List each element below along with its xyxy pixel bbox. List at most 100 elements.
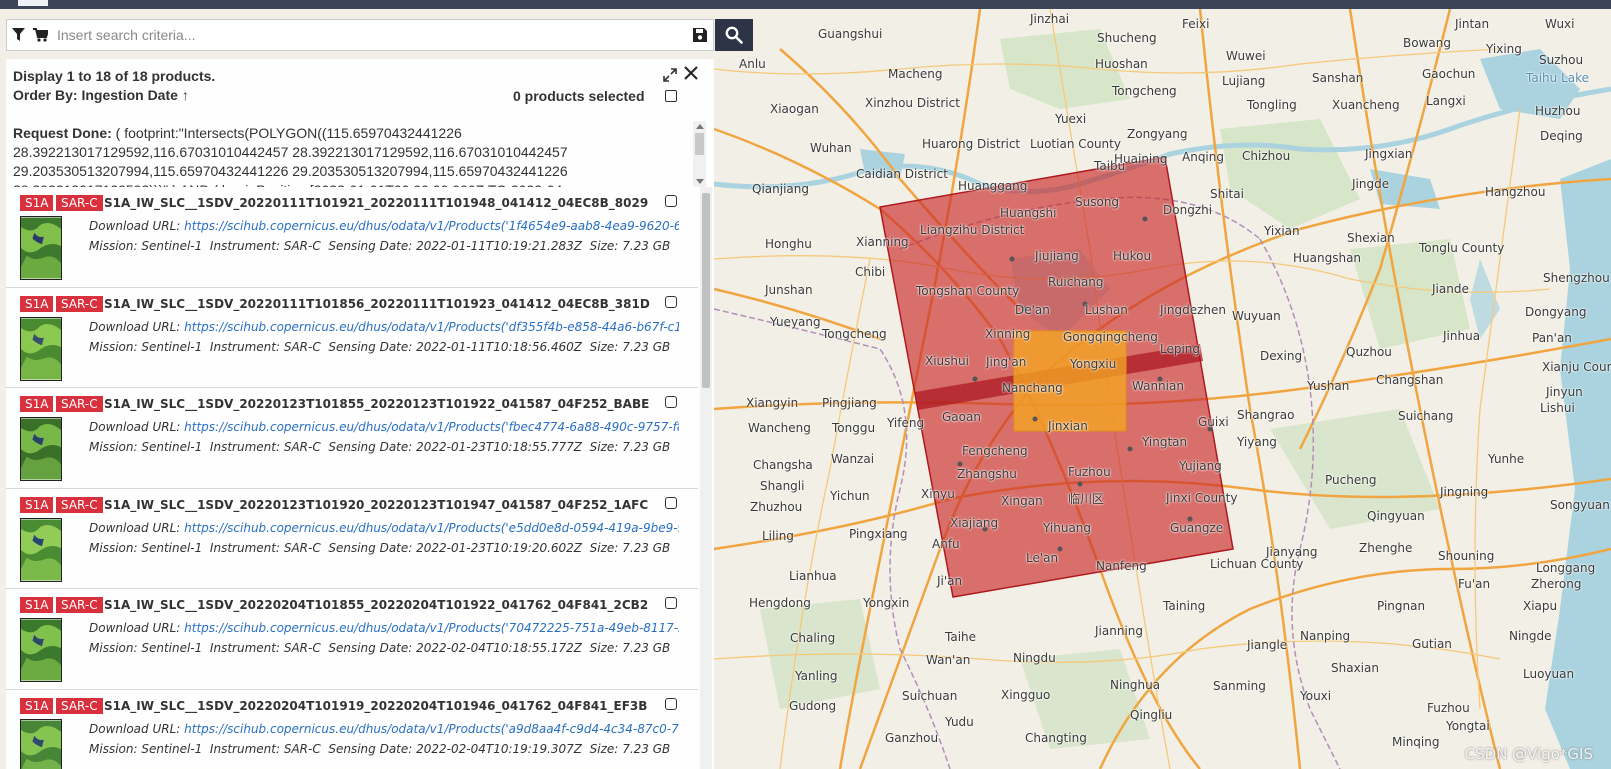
product-metadata: Mission: Sentinel-1 Instrument: SAR-C Se… [89,440,670,454]
map-label: Zherong [1531,577,1582,591]
instrument-value: SAR-C [283,239,321,253]
instrument-badge: SAR-C [56,597,103,613]
product-name[interactable]: S1A_IW_SLC__1SDV_20220204T101855_2022020… [104,598,648,612]
size-label: Size: [589,440,619,454]
product-list-scrollbar[interactable] [700,187,712,769]
map-label: Susong [1075,195,1120,209]
map-label: Xiangyin [746,396,799,410]
close-icon[interactable] [683,65,699,81]
map-label: Yanling [795,669,838,683]
request-scrollbar[interactable] [693,121,706,187]
sensing-date-label: Sensing Date: [328,239,413,253]
download-url-line: Download URL: https://scihub.copernicus.… [89,621,679,635]
map-label: Yixing [1486,42,1522,56]
product-item[interactable]: S1A SAR-C S1A_IW_SLC__1SDV_20220204T101855… [6,589,698,690]
instrument-label: Instrument: [209,540,280,555]
sort-arrow-icon[interactable]: ↑ [182,87,189,103]
map-label: Fuzhou [1427,701,1470,715]
map-label: Changsha [753,458,813,472]
map-label: Lushan [1085,303,1128,317]
save-search-icon[interactable] [687,20,713,50]
quicklook-thumbnail[interactable] [20,316,62,381]
product-checkbox[interactable] [665,597,677,609]
map-label: Lujiang [1222,74,1266,88]
product-checkbox[interactable] [665,195,677,207]
cart-icon[interactable] [29,20,51,50]
map-label: Ruichang [1048,275,1104,289]
map-label: Fengcheng [962,444,1028,458]
download-url-link[interactable]: https://scihub.copernicus.eu/dhus/odata/… [184,521,679,535]
map-label: Tongcheng [822,327,887,341]
product-name[interactable]: S1A_IW_SLC__1SDV_20220123T101855_2022012… [104,397,649,411]
download-url-link[interactable]: https://scihub.copernicus.eu/dhus/odata/… [184,722,679,736]
map-label: Yuexi [1055,112,1087,126]
search-button[interactable] [715,19,753,51]
map-label: Shangrao [1237,408,1295,422]
top-navigation-bar [0,0,1611,9]
product-checkbox[interactable] [665,697,677,710]
product-item[interactable]: S1A SAR-C S1A_IW_SLC__1SDV_20220111T101856… [6,288,698,388]
expand-icon[interactable] [662,67,678,83]
product-item[interactable]: S1A SAR-C S1A_IW_SLC__1SDV_20220204T101919… [6,690,698,769]
map-label: Hukou [1113,249,1152,263]
map-label: Leping [1160,342,1201,356]
mission-label: Mission: [89,440,138,454]
map-label: Anlu [739,57,766,71]
product-name[interactable]: S1A_IW_SLC__1SDV_20220204T101919_2022020… [104,699,647,713]
product-name[interactable]: S1A_IW_SLC__1SDV_20220123T101920_2022012… [104,498,648,512]
map-label: Gudong [789,699,837,713]
download-url-link[interactable]: https://scihub.copernicus.eu/dhus/odata/… [184,219,679,233]
map-label: Shexian [1347,231,1395,245]
download-url-link[interactable]: https://scihub.copernicus.eu/dhus/odata/… [184,621,679,635]
sensing-date-value: 2022-01-11T10:18:56.460Z [416,339,583,354]
product-checkbox[interactable] [665,396,677,408]
request-query: Request Done: ( footprint:"Intersects(PO… [6,121,704,187]
map-label: Shengzhou [1543,271,1610,285]
select-all-checkbox[interactable] [665,90,677,102]
map-label: Huzhou [1535,104,1581,118]
download-url-label: Download URL: [89,621,181,635]
map-label: Jintan [1455,17,1490,31]
mission-label: Mission: [89,239,138,253]
map-label: Junshan [765,283,813,297]
instrument-badge: SAR-C [56,496,103,513]
map-label: Gongqingcheng [1063,330,1158,344]
download-url-link[interactable]: https://scihub.copernicus.eu/dhus/odata/… [184,320,679,334]
size-value: 7.23 GB [622,641,671,655]
product-item[interactable]: S1A SAR-C S1A_IW_SLC__1SDV_20220111T101921… [6,187,698,288]
download-url-link[interactable]: https://scihub.copernicus.eu/dhus/odata/… [184,420,679,434]
product-item[interactable]: S1A SAR-C S1A_IW_SLC__1SDV_20220123T101920… [6,489,698,589]
size-value: 7.23 GB [622,440,671,454]
quicklook-thumbnail[interactable] [20,718,62,769]
download-url-label: Download URL: [89,420,181,434]
product-item[interactable]: S1A SAR-C S1A_IW_SLC__1SDV_20220123T101855… [6,388,698,489]
map-label: Ningdu [1013,651,1056,665]
quicklook-thumbnail[interactable] [20,417,62,481]
map-label: Wuyuan [1232,309,1281,323]
map-label: Hangzhou [1485,185,1546,199]
app-logo[interactable] [18,0,48,6]
map-label: Ninghua [1110,678,1161,692]
order-by[interactable]: Order By: Ingestion Date ↑ [13,87,189,103]
product-checkbox[interactable] [665,496,677,509]
map-label: Jianning [1095,624,1143,638]
quicklook-thumbnail[interactable] [20,517,62,582]
product-checkbox[interactable] [665,295,677,308]
product-name[interactable]: S1A_IW_SLC__1SDV_20220111T101921_2022011… [104,196,648,210]
map-label: Liling [762,529,794,543]
filter-icon[interactable] [7,20,29,50]
download-url-line: Download URL: https://scihub.copernicus.… [89,320,679,334]
map-label: Jingxian [1365,147,1413,161]
map-label: Sanshan [1312,71,1364,85]
map-label: Xianju County [1542,360,1611,374]
search-input[interactable] [51,21,687,49]
map-label: Shaxian [1331,661,1379,675]
map-label: Quzhou [1346,345,1392,359]
map-label: Xianning [856,235,909,249]
map-label: Qingliu [1130,708,1173,722]
map-label: Zhuzhou [750,500,803,514]
quicklook-thumbnail[interactable] [20,618,62,682]
product-name[interactable]: S1A_IW_SLC__1SDV_20220111T101856_2022011… [104,297,650,311]
quicklook-thumbnail[interactable] [20,216,62,280]
map-label: Tongcheng [1112,84,1177,98]
